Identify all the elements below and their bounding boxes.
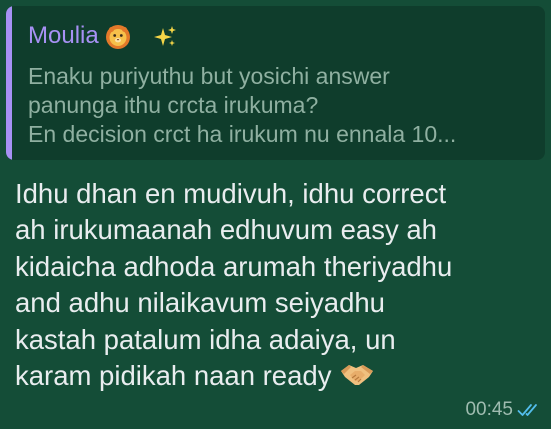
message-line: ah irukumaanah edhuvum easy ah xyxy=(15,214,437,246)
message-line-last: karam pidikah naan ready xyxy=(15,358,540,394)
message-line: and adhu nilaikavum seiyadhu xyxy=(15,287,385,319)
message-line: karam pidikah naan ready xyxy=(15,360,332,392)
quoted-text: Enaku puriyuthu but yosichi answer panun… xyxy=(28,62,538,149)
message-bubble[interactable]: Moulia Enaku puriyuthu but yosichi answe… xyxy=(0,0,551,429)
quote-accent-bar xyxy=(6,6,12,160)
quoted-line: En decision crct ha irukum nu ennala 10.… xyxy=(28,121,457,147)
message-text: Idhu dhan en mudivuh, idhu correct ah ir… xyxy=(15,176,540,394)
quoted-line: panunga ithu crcta irukuma? xyxy=(28,92,319,118)
message-line: Idhu dhan en mudivuh, idhu correct xyxy=(15,178,447,209)
lion-face-icon xyxy=(106,24,131,49)
handshake-icon xyxy=(341,365,374,386)
quoted-author-name: Moulia xyxy=(28,22,99,49)
message-meta: 00:45 xyxy=(465,399,541,421)
quoted-author: Moulia xyxy=(28,22,177,50)
double-check-read-icon xyxy=(517,404,537,416)
message-time: 00:45 xyxy=(465,399,513,420)
sparkles-icon xyxy=(153,25,176,46)
quoted-reply[interactable]: Moulia Enaku puriyuthu but yosichi answe… xyxy=(6,6,545,160)
message-line: kidaicha adhoda arumah theriyadhu xyxy=(15,250,453,282)
quoted-line: Enaku puriyuthu but yosichi answer xyxy=(28,63,390,89)
message-line: kastah patalum idha adaiya, un xyxy=(15,323,396,355)
